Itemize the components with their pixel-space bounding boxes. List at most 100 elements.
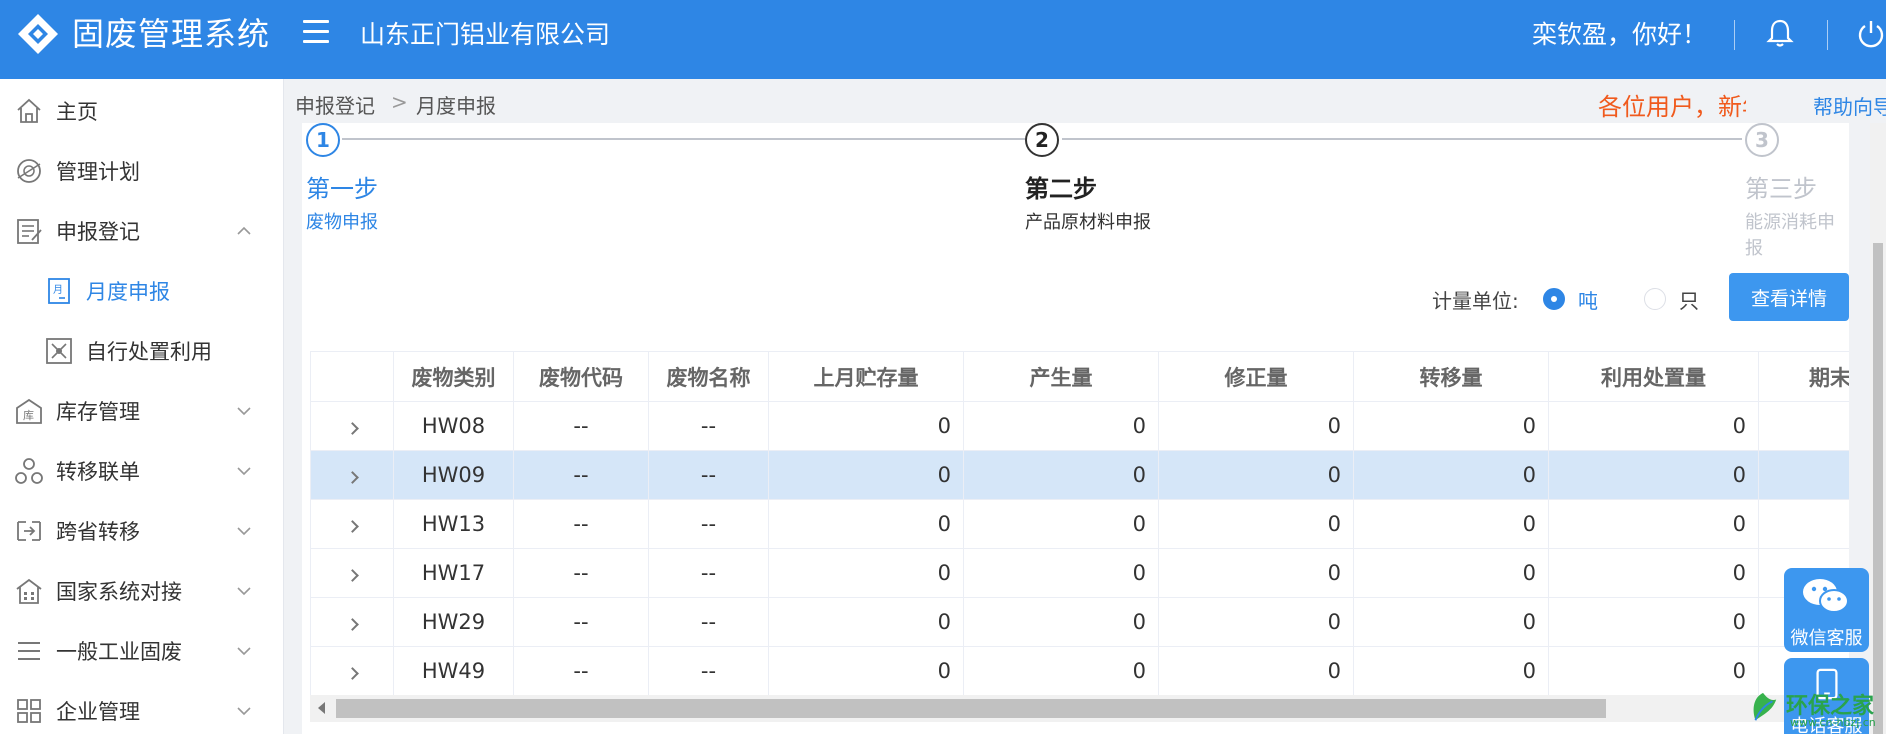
unit-option-ton[interactable]: 吨 (1578, 285, 1598, 314)
month-icon: 月 (48, 278, 70, 304)
chevron-right-icon[interactable] (345, 520, 359, 533)
table-row[interactable]: HW13 -- -- 0 0 0 0 0 (310, 499, 1849, 549)
breadcrumb-register[interactable]: 申报登记 (295, 90, 375, 119)
step-2-title: 第二步 (1025, 175, 1097, 203)
expand-cell[interactable] (310, 401, 394, 451)
sidebar-item-register[interactable]: 申报登记 (0, 201, 284, 261)
table-cell: -- (648, 401, 769, 451)
table-cell: 0 (1548, 548, 1759, 598)
expand-cell[interactable] (310, 548, 394, 598)
sidebar-item-general-waste[interactable]: 一般工业固废 (0, 621, 284, 681)
expand-cell[interactable] (310, 450, 394, 500)
table-cell: 0 (1548, 646, 1759, 696)
table-row[interactable]: HW08 -- -- 0 0 0 0 0 (310, 401, 1849, 451)
table-cell: 0 (1353, 499, 1549, 549)
sidebar-item-enterprise[interactable]: 企业管理 (0, 681, 284, 734)
cross-province-icon (17, 521, 41, 541)
sidebar-item-inventory[interactable]: 库 库存管理 (0, 381, 284, 441)
table-row[interactable]: HW29 -- -- 0 0 0 0 0 (310, 597, 1849, 647)
table-cell: 0 (768, 401, 964, 451)
transfer-icon (15, 458, 43, 484)
table-cell: 0 (1353, 450, 1549, 500)
table-row[interactable]: HW09 -- -- 0 0 0 0 0 (310, 450, 1849, 500)
table-cell: HW17 (393, 548, 514, 598)
watermark-logo-icon (1753, 692, 1777, 721)
table-cell: 0 (963, 597, 1159, 647)
sidebar-item-self-disposal[interactable]: 自行处置利用 (0, 321, 284, 381)
step-1-title: 第一步 (306, 175, 378, 203)
chevron-right-icon[interactable] (345, 422, 359, 435)
sidebar-item-label: 管理计划 (56, 160, 140, 184)
step-1-circle: 1 (306, 123, 340, 157)
warehouse-icon: 库 (16, 398, 42, 424)
table-cell: 0 (963, 548, 1159, 598)
menu-toggle-icon[interactable] (303, 20, 329, 44)
horizontal-scrollbar[interactable] (310, 695, 1849, 722)
company-name: 山东正门铝业有限公司 (360, 20, 611, 49)
chevron-down-icon (237, 707, 251, 716)
expand-cell[interactable] (310, 597, 394, 647)
expand-cell[interactable] (310, 499, 394, 549)
table-cell: 0 (768, 499, 964, 549)
step-3-circle: 3 (1745, 123, 1779, 157)
breadcrumb-monthly-report: 月度申报 (416, 94, 496, 118)
column-header (310, 351, 394, 402)
column-header: 利用处置量 (1548, 351, 1759, 402)
sidebar-item-label: 自行处置利用 (86, 340, 212, 364)
power-icon[interactable] (1856, 18, 1886, 48)
table-row[interactable]: HW49 -- -- 0 0 0 0 0 (310, 646, 1849, 696)
table-cell: -- (513, 499, 649, 549)
chevron-up-icon (237, 226, 251, 235)
chevron-down-icon (237, 527, 251, 536)
sidebar-item-transfer[interactable]: 转移联单 (0, 441, 284, 501)
table-cell: 0 (1353, 548, 1549, 598)
unit-label: 计量单位: (1432, 289, 1519, 313)
unit-radio-piece[interactable] (1644, 288, 1666, 310)
vertical-scrollbar[interactable] (1870, 123, 1886, 734)
sidebar-item-monthly-report[interactable]: 月 月度申报 (0, 261, 284, 321)
national-system-icon (16, 578, 42, 604)
chevron-right-icon[interactable] (345, 618, 359, 631)
table-cell: 0 (963, 401, 1159, 451)
sidebar-item-home[interactable]: 主页 (0, 81, 284, 141)
scroll-left-icon[interactable] (318, 702, 325, 714)
table-cell: 0 (768, 450, 964, 500)
breadcrumb: 申报登记 > 月度申报 各位用户，新年快乐 帮助向导 (285, 79, 1886, 123)
sidebar-item-plan[interactable]: 管理计划 (0, 141, 284, 201)
table-cell: -- (648, 450, 769, 500)
table-cell: 0 (1548, 401, 1759, 451)
expand-cell[interactable] (310, 646, 394, 696)
table-cell: -- (648, 548, 769, 598)
grid-icon (17, 699, 41, 723)
scrollbar-thumb[interactable] (1873, 243, 1883, 734)
sidebar-item-label: 一般工业固废 (56, 640, 182, 664)
waste-table: 废物类别 废物代码 废物名称 上月贮存量 产生量 修正量 转移量 利用处置量 期… (310, 351, 1849, 734)
chevron-right-icon[interactable] (345, 471, 359, 484)
step-connector (342, 138, 1032, 140)
wechat-service-button[interactable]: 微信客服 (1784, 568, 1869, 652)
step-3-title: 第三步 (1745, 175, 1817, 203)
sidebar-item-national-system[interactable]: 国家系统对接 (0, 561, 284, 621)
table-cell: 0 (1158, 401, 1354, 451)
table-cell: 0 (768, 646, 964, 696)
scrollbar-thumb[interactable] (336, 699, 1606, 718)
table-cell: 0 (1548, 499, 1759, 549)
chevron-right-icon[interactable] (345, 667, 359, 680)
table-cell: HW29 (393, 597, 514, 647)
table-row[interactable]: HW17 -- -- 0 0 0 0 0 (310, 548, 1849, 598)
column-header: 转移量 (1353, 351, 1549, 402)
table-cell: -- (648, 646, 769, 696)
unit-option-piece[interactable]: 只 (1679, 285, 1699, 314)
sidebar-item-label: 月度申报 (86, 280, 170, 304)
table-cell: -- (513, 548, 649, 598)
unit-radio-ton[interactable] (1543, 288, 1565, 310)
sidebar-item-cross-province[interactable]: 跨省转移 (0, 501, 284, 561)
view-details-button[interactable]: 查看详情 (1729, 273, 1849, 321)
header-divider (1827, 20, 1828, 50)
help-guide-link[interactable]: 帮助向导 (1813, 91, 1886, 120)
chevron-right-icon[interactable] (345, 569, 359, 582)
bell-icon[interactable] (1766, 18, 1794, 48)
table-cell: HW49 (393, 646, 514, 696)
column-header: 期末贮存量 (1758, 351, 1849, 402)
table-cell: -- (648, 499, 769, 549)
